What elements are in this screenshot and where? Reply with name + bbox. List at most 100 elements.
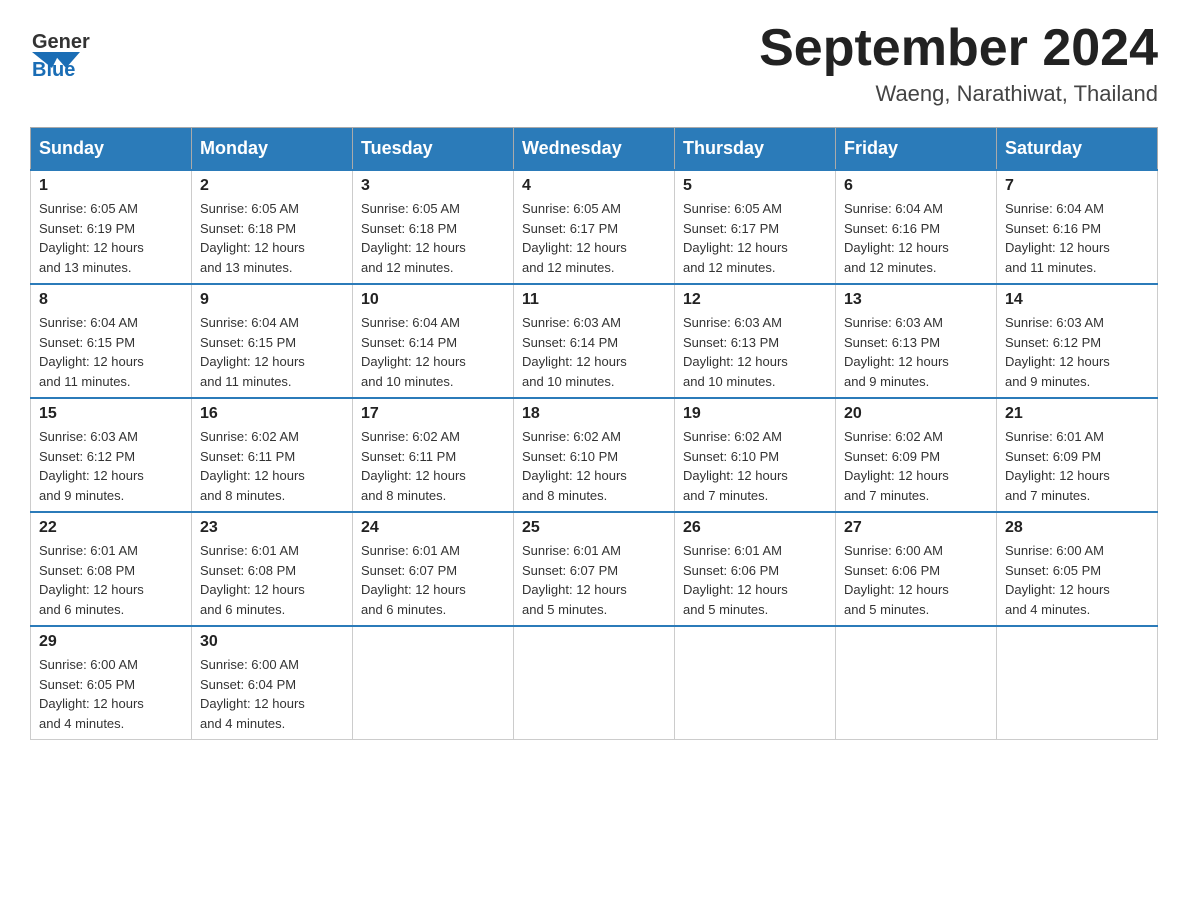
day-number: 20: [844, 405, 988, 423]
day-number: 13: [844, 291, 988, 309]
calendar-cell: [997, 626, 1158, 740]
day-number: 10: [361, 291, 505, 309]
calendar-cell: 26 Sunrise: 6:01 AMSunset: 6:06 PMDaylig…: [675, 512, 836, 626]
day-info: Sunrise: 6:02 AMSunset: 6:09 PMDaylight:…: [844, 427, 988, 505]
day-info: Sunrise: 6:00 AMSunset: 6:05 PMDaylight:…: [1005, 541, 1149, 619]
day-info: Sunrise: 6:05 AMSunset: 6:19 PMDaylight:…: [39, 199, 183, 277]
weekday-header-tuesday: Tuesday: [353, 128, 514, 171]
weekday-header-sunday: Sunday: [31, 128, 192, 171]
day-info: Sunrise: 6:04 AMSunset: 6:16 PMDaylight:…: [1005, 199, 1149, 277]
day-info: Sunrise: 6:04 AMSunset: 6:14 PMDaylight:…: [361, 313, 505, 391]
calendar-cell: [353, 626, 514, 740]
day-number: 9: [200, 291, 344, 309]
day-info: Sunrise: 6:03 AMSunset: 6:14 PMDaylight:…: [522, 313, 666, 391]
day-number: 5: [683, 177, 827, 195]
calendar-cell: 25 Sunrise: 6:01 AMSunset: 6:07 PMDaylig…: [514, 512, 675, 626]
day-info: Sunrise: 6:05 AMSunset: 6:18 PMDaylight:…: [200, 199, 344, 277]
day-info: Sunrise: 6:02 AMSunset: 6:10 PMDaylight:…: [683, 427, 827, 505]
week-row-3: 15 Sunrise: 6:03 AMSunset: 6:12 PMDaylig…: [31, 398, 1158, 512]
day-number: 14: [1005, 291, 1149, 309]
calendar-cell: 27 Sunrise: 6:00 AMSunset: 6:06 PMDaylig…: [836, 512, 997, 626]
calendar-cell: 7 Sunrise: 6:04 AMSunset: 6:16 PMDayligh…: [997, 170, 1158, 284]
calendar-cell: 22 Sunrise: 6:01 AMSunset: 6:08 PMDaylig…: [31, 512, 192, 626]
calendar-cell: 19 Sunrise: 6:02 AMSunset: 6:10 PMDaylig…: [675, 398, 836, 512]
day-number: 23: [200, 519, 344, 537]
day-number: 19: [683, 405, 827, 423]
day-number: 2: [200, 177, 344, 195]
calendar-cell: 15 Sunrise: 6:03 AMSunset: 6:12 PMDaylig…: [31, 398, 192, 512]
week-row-5: 29 Sunrise: 6:00 AMSunset: 6:05 PMDaylig…: [31, 626, 1158, 740]
calendar-cell: 20 Sunrise: 6:02 AMSunset: 6:09 PMDaylig…: [836, 398, 997, 512]
day-info: Sunrise: 6:02 AMSunset: 6:11 PMDaylight:…: [361, 427, 505, 505]
day-info: Sunrise: 6:03 AMSunset: 6:12 PMDaylight:…: [1005, 313, 1149, 391]
week-row-1: 1 Sunrise: 6:05 AMSunset: 6:19 PMDayligh…: [31, 170, 1158, 284]
day-number: 8: [39, 291, 183, 309]
calendar-cell: 21 Sunrise: 6:01 AMSunset: 6:09 PMDaylig…: [997, 398, 1158, 512]
weekday-header-wednesday: Wednesday: [514, 128, 675, 171]
day-number: 15: [39, 405, 183, 423]
day-number: 17: [361, 405, 505, 423]
day-number: 24: [361, 519, 505, 537]
day-info: Sunrise: 6:01 AMSunset: 6:07 PMDaylight:…: [361, 541, 505, 619]
day-number: 3: [361, 177, 505, 195]
day-number: 29: [39, 633, 183, 651]
calendar-cell: 4 Sunrise: 6:05 AMSunset: 6:17 PMDayligh…: [514, 170, 675, 284]
logo: General Blue: [30, 20, 90, 85]
calendar-cell: 29 Sunrise: 6:00 AMSunset: 6:05 PMDaylig…: [31, 626, 192, 740]
day-info: Sunrise: 6:05 AMSunset: 6:17 PMDaylight:…: [522, 199, 666, 277]
weekday-header-monday: Monday: [192, 128, 353, 171]
day-info: Sunrise: 6:01 AMSunset: 6:06 PMDaylight:…: [683, 541, 827, 619]
day-info: Sunrise: 6:02 AMSunset: 6:10 PMDaylight:…: [522, 427, 666, 505]
day-info: Sunrise: 6:05 AMSunset: 6:17 PMDaylight:…: [683, 199, 827, 277]
day-number: 11: [522, 291, 666, 309]
day-info: Sunrise: 6:01 AMSunset: 6:07 PMDaylight:…: [522, 541, 666, 619]
calendar-cell: 23 Sunrise: 6:01 AMSunset: 6:08 PMDaylig…: [192, 512, 353, 626]
calendar-cell: 16 Sunrise: 6:02 AMSunset: 6:11 PMDaylig…: [192, 398, 353, 512]
calendar-cell: 2 Sunrise: 6:05 AMSunset: 6:18 PMDayligh…: [192, 170, 353, 284]
calendar-cell: 5 Sunrise: 6:05 AMSunset: 6:17 PMDayligh…: [675, 170, 836, 284]
day-info: Sunrise: 6:05 AMSunset: 6:18 PMDaylight:…: [361, 199, 505, 277]
calendar-cell: 8 Sunrise: 6:04 AMSunset: 6:15 PMDayligh…: [31, 284, 192, 398]
day-info: Sunrise: 6:00 AMSunset: 6:05 PMDaylight:…: [39, 655, 183, 733]
calendar-cell: 17 Sunrise: 6:02 AMSunset: 6:11 PMDaylig…: [353, 398, 514, 512]
day-number: 12: [683, 291, 827, 309]
weekday-header-row: SundayMondayTuesdayWednesdayThursdayFrid…: [31, 128, 1158, 171]
calendar-cell: 1 Sunrise: 6:05 AMSunset: 6:19 PMDayligh…: [31, 170, 192, 284]
calendar-cell: [836, 626, 997, 740]
weekday-header-saturday: Saturday: [997, 128, 1158, 171]
calendar-cell: 12 Sunrise: 6:03 AMSunset: 6:13 PMDaylig…: [675, 284, 836, 398]
day-info: Sunrise: 6:03 AMSunset: 6:12 PMDaylight:…: [39, 427, 183, 505]
calendar-cell: [675, 626, 836, 740]
logo-graphic: General Blue: [30, 20, 90, 85]
day-number: 7: [1005, 177, 1149, 195]
day-info: Sunrise: 6:01 AMSunset: 6:08 PMDaylight:…: [200, 541, 344, 619]
day-number: 1: [39, 177, 183, 195]
calendar-cell: 6 Sunrise: 6:04 AMSunset: 6:16 PMDayligh…: [836, 170, 997, 284]
week-row-2: 8 Sunrise: 6:04 AMSunset: 6:15 PMDayligh…: [31, 284, 1158, 398]
day-number: 16: [200, 405, 344, 423]
calendar-cell: 9 Sunrise: 6:04 AMSunset: 6:15 PMDayligh…: [192, 284, 353, 398]
calendar-cell: 3 Sunrise: 6:05 AMSunset: 6:18 PMDayligh…: [353, 170, 514, 284]
weekday-header-thursday: Thursday: [675, 128, 836, 171]
day-number: 18: [522, 405, 666, 423]
day-info: Sunrise: 6:01 AMSunset: 6:09 PMDaylight:…: [1005, 427, 1149, 505]
day-number: 27: [844, 519, 988, 537]
calendar-cell: [514, 626, 675, 740]
calendar-cell: 10 Sunrise: 6:04 AMSunset: 6:14 PMDaylig…: [353, 284, 514, 398]
svg-text:General: General: [32, 31, 90, 53]
calendar-cell: 13 Sunrise: 6:03 AMSunset: 6:13 PMDaylig…: [836, 284, 997, 398]
title-section: September 2024 Waeng, Narathiwat, Thaila…: [759, 20, 1158, 107]
calendar-cell: 11 Sunrise: 6:03 AMSunset: 6:14 PMDaylig…: [514, 284, 675, 398]
weekday-header-friday: Friday: [836, 128, 997, 171]
calendar-cell: 18 Sunrise: 6:02 AMSunset: 6:10 PMDaylig…: [514, 398, 675, 512]
day-number: 4: [522, 177, 666, 195]
day-number: 28: [1005, 519, 1149, 537]
day-info: Sunrise: 6:03 AMSunset: 6:13 PMDaylight:…: [844, 313, 988, 391]
day-info: Sunrise: 6:00 AMSunset: 6:06 PMDaylight:…: [844, 541, 988, 619]
week-row-4: 22 Sunrise: 6:01 AMSunset: 6:08 PMDaylig…: [31, 512, 1158, 626]
svg-text:Blue: Blue: [32, 59, 75, 80]
calendar-cell: 24 Sunrise: 6:01 AMSunset: 6:07 PMDaylig…: [353, 512, 514, 626]
calendar-table: SundayMondayTuesdayWednesdayThursdayFrid…: [30, 127, 1158, 740]
month-title: September 2024: [759, 20, 1158, 77]
day-number: 22: [39, 519, 183, 537]
